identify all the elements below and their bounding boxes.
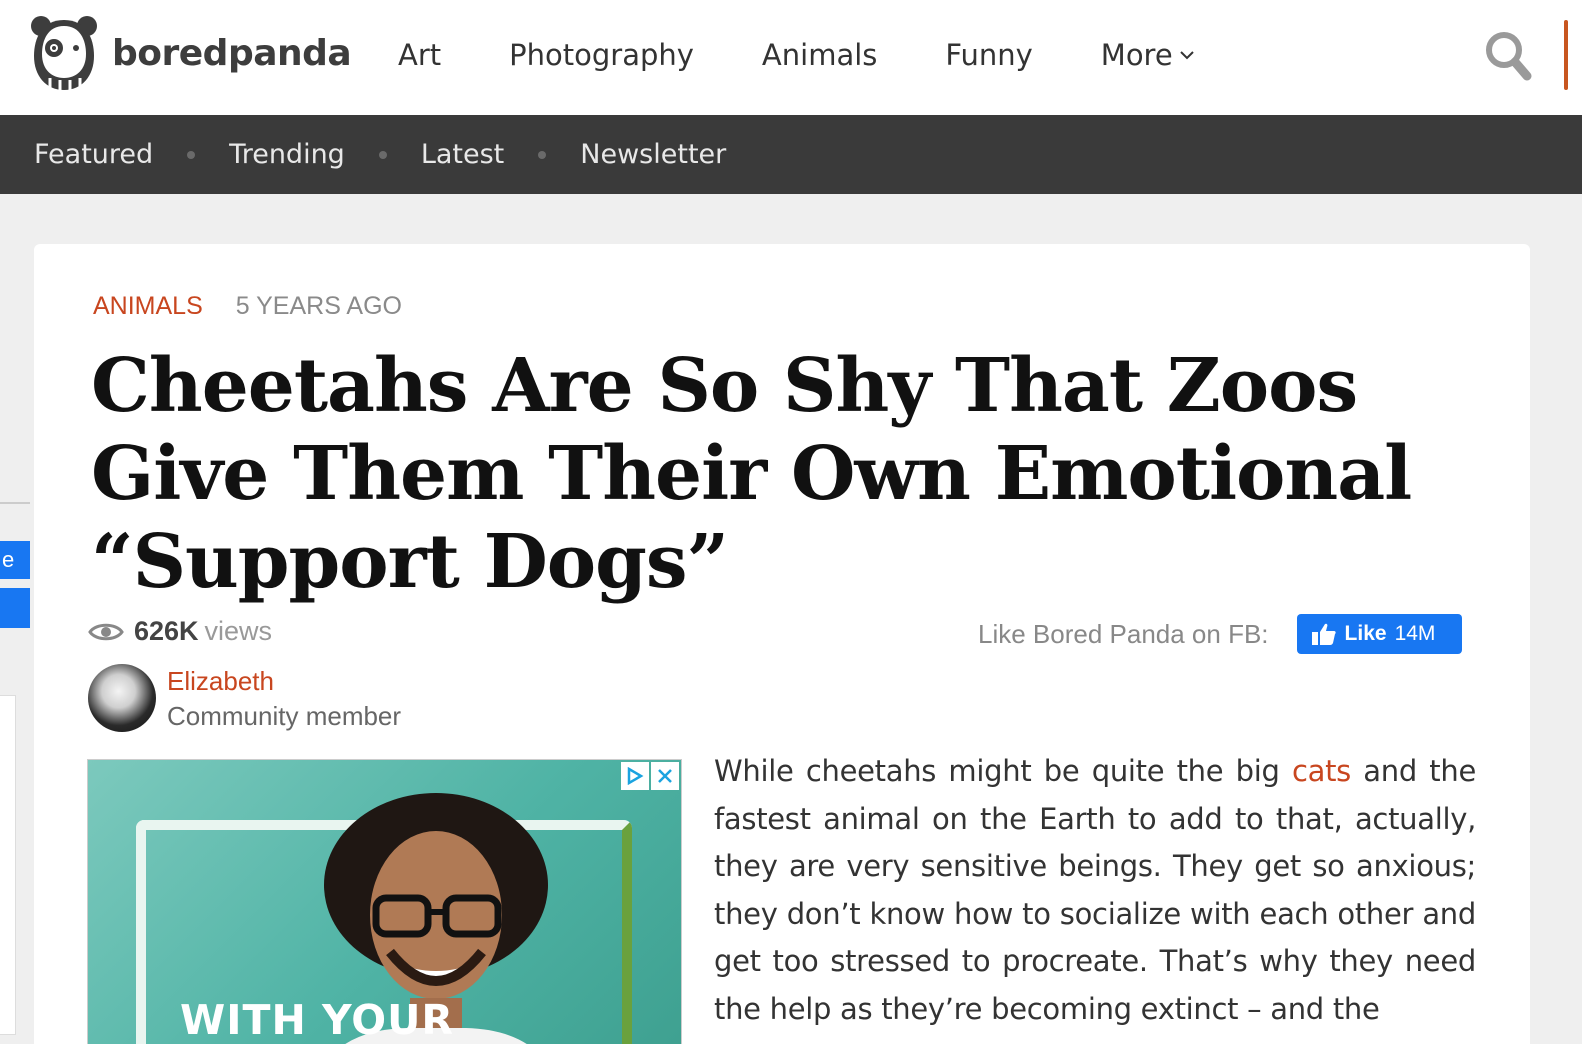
- fb-like-button[interactable]: Like 14M: [1296, 614, 1462, 654]
- ad-choices-icon[interactable]: [621, 762, 649, 790]
- subnav-newsletter[interactable]: Newsletter: [580, 139, 726, 170]
- article-meta: ANIMALS 5 YEARS AGO: [93, 292, 402, 321]
- share-button[interactable]: [0, 588, 30, 628]
- category-link[interactable]: ANIMALS: [93, 292, 203, 320]
- nav-photography[interactable]: Photography: [509, 38, 694, 72]
- article-card: ANIMALS 5 YEARS AGO Cheetahs Are So Shy …: [34, 244, 1530, 1044]
- facebook-share-button[interactable]: e: [0, 541, 30, 579]
- ad-close-icon[interactable]: [651, 762, 679, 790]
- author-role: Community member: [167, 701, 402, 731]
- author-block: Elizabeth Community member: [88, 664, 401, 732]
- author-name[interactable]: Elizabeth: [167, 666, 401, 697]
- article-title: Cheetahs Are So Shy That Zoos Give Them …: [91, 343, 1412, 605]
- fb-like-text: Like: [1344, 622, 1387, 645]
- subnav-separator: [187, 150, 196, 159]
- ad-badge: [619, 762, 679, 790]
- nav-funny[interactable]: Funny: [945, 38, 1032, 72]
- thumbs-up-icon: [1311, 623, 1336, 645]
- cats-link[interactable]: cats: [1292, 754, 1351, 788]
- body-text-end: and the fastest animal on the Earth to a…: [714, 754, 1476, 1026]
- nav-animals[interactable]: Animals: [762, 38, 877, 72]
- side-panel: [0, 695, 16, 1035]
- subnav-separator: [538, 150, 547, 159]
- fb-like-label: Like Bored Panda on FB:: [978, 618, 1269, 649]
- body-text-start: While cheetahs might be quite the big: [714, 754, 1292, 788]
- eye-icon: [88, 623, 124, 640]
- panda-logo-icon: [31, 16, 97, 90]
- logo-text: boredpanda: [112, 32, 352, 74]
- fb-like-count: 14M: [1394, 622, 1436, 645]
- main-nav: Art Photography Animals Funny More: [398, 38, 1263, 72]
- top-bar: boredpanda Art Photography Animals Funny…: [0, 0, 1582, 115]
- avatar[interactable]: [88, 664, 156, 732]
- search-icon[interactable]: [1484, 30, 1532, 82]
- facebook-like-box: Like Bored Panda on FB: Like 14M: [978, 614, 1462, 654]
- nav-more-label: More: [1100, 38, 1173, 72]
- subnav-featured[interactable]: Featured: [34, 139, 153, 170]
- subnav-latest[interactable]: Latest: [421, 139, 504, 170]
- subnav-separator: [378, 150, 387, 159]
- nav-art[interactable]: Art: [398, 38, 441, 72]
- post-age: 5 YEARS AGO: [235, 292, 403, 320]
- logo[interactable]: boredpanda: [30, 14, 352, 92]
- chevron-down-icon: [1179, 51, 1194, 60]
- ad-headline: WITH YOUR: [180, 996, 454, 1044]
- views-label: views: [204, 616, 273, 646]
- sub-nav: Featured Trending Latest Newsletter: [0, 115, 1582, 194]
- advertisement[interactable]: WITH YOUR: [87, 759, 682, 1044]
- views-number: 626K: [134, 616, 199, 646]
- header-edge-button[interactable]: [1564, 20, 1568, 90]
- article-body: While cheetahs might be quite the big ca…: [714, 748, 1476, 1033]
- nav-more[interactable]: More: [1101, 38, 1195, 72]
- views-count: 626K views: [88, 616, 272, 647]
- share-sidebar: e: [0, 470, 30, 1035]
- divider: [0, 502, 30, 504]
- subnav-trending[interactable]: Trending: [229, 139, 345, 170]
